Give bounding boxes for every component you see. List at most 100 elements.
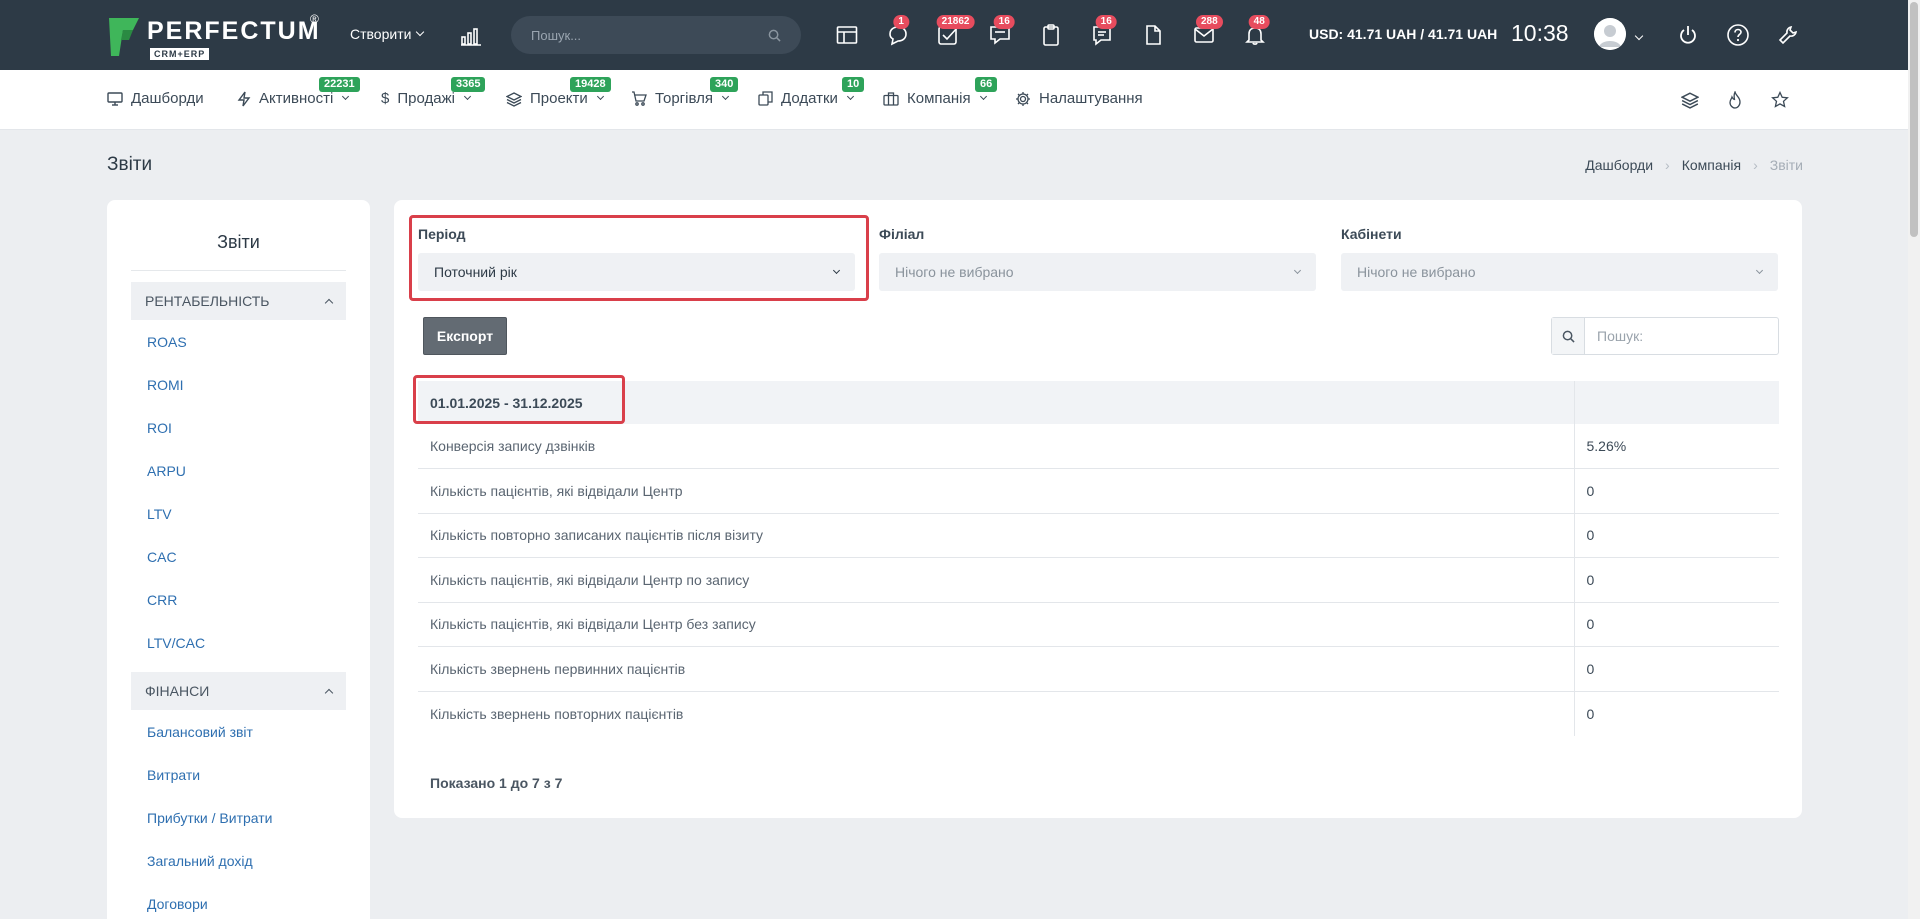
calendar-icon[interactable] xyxy=(834,22,860,48)
lightning-icon xyxy=(237,91,251,106)
nav-activities[interactable]: Активності 22231 xyxy=(237,77,360,107)
nav-badge: 3365 xyxy=(451,77,486,92)
sidebar-item-crr[interactable]: CRR xyxy=(147,579,370,622)
row-name: Кількість пацієнтів, які відвідали Центр xyxy=(418,468,1574,514)
sidebar-item-expenses[interactable]: Витрати xyxy=(147,754,370,797)
messages-icon[interactable]: 16 xyxy=(987,15,1015,48)
nav-projects[interactable]: Проекти 19428 xyxy=(506,77,611,107)
global-search-input[interactable] xyxy=(531,27,768,43)
table-search[interactable] xyxy=(1551,317,1779,355)
create-button[interactable]: Створити xyxy=(350,26,425,42)
breadcrumb-company[interactable]: Компанія xyxy=(1682,157,1741,173)
highlight-date-range xyxy=(413,375,625,424)
nav-settings[interactable]: Налаштування xyxy=(1015,90,1143,107)
chevron-up-icon xyxy=(324,688,334,698)
nav-addons[interactable]: Додатки 10 xyxy=(758,77,865,107)
sidebar-group-label: ФІНАНСИ xyxy=(145,683,210,699)
sidebar-item-income-expenses[interactable]: Прибутки / Витрати xyxy=(147,797,370,840)
sidebar-item-roas[interactable]: ROAS xyxy=(147,321,370,364)
table-header-value xyxy=(1573,381,1779,424)
chevron-up-icon xyxy=(324,298,334,308)
sidebar-item-balance[interactable]: Балансовий звіт xyxy=(147,711,370,754)
global-search[interactable] xyxy=(511,16,801,54)
nav-label: Проекти xyxy=(530,90,588,107)
monitor-icon xyxy=(107,91,123,106)
nav-sales[interactable]: $ Продажі 3365 xyxy=(381,77,486,107)
sidebar-item-cac[interactable]: CAC xyxy=(147,536,370,579)
search-icon xyxy=(1552,318,1585,354)
sidebar-item-ltv[interactable]: LTV xyxy=(147,493,370,536)
nav-label: Налаштування xyxy=(1039,90,1143,107)
star-icon[interactable] xyxy=(1768,88,1792,112)
sidebar-item-contracts[interactable]: Договори xyxy=(147,883,370,919)
top-bar: PERFECTUM ® CRM+ERP Створити 1 21862 16 … xyxy=(0,0,1908,70)
table-search-input[interactable] xyxy=(1585,318,1778,354)
layers-icon xyxy=(506,91,522,107)
create-label: Створити xyxy=(350,26,412,42)
sidebar-item-ltv-cac[interactable]: LTV/CAC xyxy=(147,622,370,665)
chevron-down-icon xyxy=(416,27,425,37)
clipboard-icon[interactable] xyxy=(1038,22,1064,48)
rooms-select[interactable]: Нічого не вибрано xyxy=(1341,253,1778,291)
chevron-down-icon[interactable] xyxy=(1634,26,1644,44)
rooms-value: Нічого не вибрано xyxy=(1357,264,1476,280)
chevron-down-icon xyxy=(1293,266,1302,274)
sidebar-group-finance[interactable]: ФІНАНСИ xyxy=(131,672,346,710)
row-value: 0 xyxy=(1573,691,1779,736)
table-row: Кількість пацієнтів, які відвідали Центр… xyxy=(418,602,1779,647)
nav-company[interactable]: Компанія 66 xyxy=(883,77,998,107)
chevron-down-icon xyxy=(721,92,730,101)
chevron-down-icon xyxy=(1755,266,1764,274)
table-row: Кількість звернень повторних пацієнтів 0 xyxy=(418,691,1779,736)
logo[interactable]: PERFECTUM ® CRM+ERP xyxy=(107,12,329,60)
stats-icon[interactable] xyxy=(460,24,482,51)
notes-badge: 16 xyxy=(1095,15,1117,29)
sidebar-group-profitability[interactable]: РЕНТАБЕЛЬНІСТЬ xyxy=(131,282,346,320)
nav-trade[interactable]: Торгівля 340 xyxy=(631,77,739,107)
sidebar-title: Звіти xyxy=(131,200,346,271)
highlight-period xyxy=(409,215,869,301)
tasks-badge: 21862 xyxy=(936,15,975,29)
sidebar-item-arpu[interactable]: ARPU xyxy=(147,450,370,493)
wrench-icon[interactable] xyxy=(1775,22,1801,48)
tasks-icon[interactable]: 21862 xyxy=(935,15,975,48)
bell-icon[interactable]: 48 xyxy=(1242,15,1270,48)
sidebar-item-romi[interactable]: ROMI xyxy=(147,364,370,407)
table-info: Показано 1 до 7 з 7 xyxy=(430,775,563,791)
mail-badge: 288 xyxy=(1195,15,1223,29)
mail-icon[interactable]: 288 xyxy=(1191,15,1223,48)
fire-icon[interactable] xyxy=(1723,88,1747,112)
sidebar-group-label: РЕНТАБЕЛЬНІСТЬ xyxy=(145,293,270,309)
brand-name: PERFECTUM xyxy=(147,17,321,45)
cart-icon xyxy=(632,91,647,106)
chevron-down-icon xyxy=(596,92,604,101)
breadcrumb-dashboards[interactable]: Дашборди xyxy=(1585,157,1653,173)
power-icon[interactable] xyxy=(1675,22,1701,48)
page-scrollbar[interactable] xyxy=(1908,0,1920,919)
copy-icon xyxy=(758,91,773,106)
notes-icon[interactable]: 16 xyxy=(1089,15,1117,48)
nav-label: Додатки xyxy=(781,90,838,107)
chevron-down-icon xyxy=(846,92,854,101)
rooms-label: Кабінети xyxy=(1341,226,1402,242)
row-name: Кількість повторно записаних пацієнтів п… xyxy=(418,513,1574,558)
breadcrumb: Дашборди › Компанія › Звіти xyxy=(1585,157,1803,173)
layers-icon[interactable] xyxy=(1678,88,1702,112)
nav-dashboards[interactable]: Дашборди xyxy=(107,90,204,107)
branch-select[interactable]: Нічого не вибрано xyxy=(879,253,1316,291)
sidebar-item-total-income[interactable]: Загальний дохід xyxy=(147,840,370,883)
scrollbar-thumb[interactable] xyxy=(1910,2,1918,237)
table-row: Кількість пацієнтів, які відвідали Центр… xyxy=(418,557,1779,603)
breadcrumb-separator: › xyxy=(1665,157,1670,173)
sidebar-item-roi[interactable]: ROI xyxy=(147,407,370,450)
report-table: 01.01.2025 - 31.12.2025 Конверсія запису… xyxy=(418,381,1779,736)
avatar[interactable] xyxy=(1594,18,1626,50)
chat-icon[interactable]: 1 xyxy=(885,15,911,48)
branch-value: Нічого не вибрано xyxy=(895,264,1014,280)
nav-label: Продажі xyxy=(397,90,455,107)
export-button[interactable]: Експорт xyxy=(423,317,507,355)
table-row: Конверсія запису дзвінків 5.26% xyxy=(418,424,1779,469)
table-row: Кількість пацієнтів, які відвідали Центр… xyxy=(418,468,1779,514)
help-icon[interactable] xyxy=(1725,22,1751,48)
document-icon[interactable] xyxy=(1140,22,1166,48)
